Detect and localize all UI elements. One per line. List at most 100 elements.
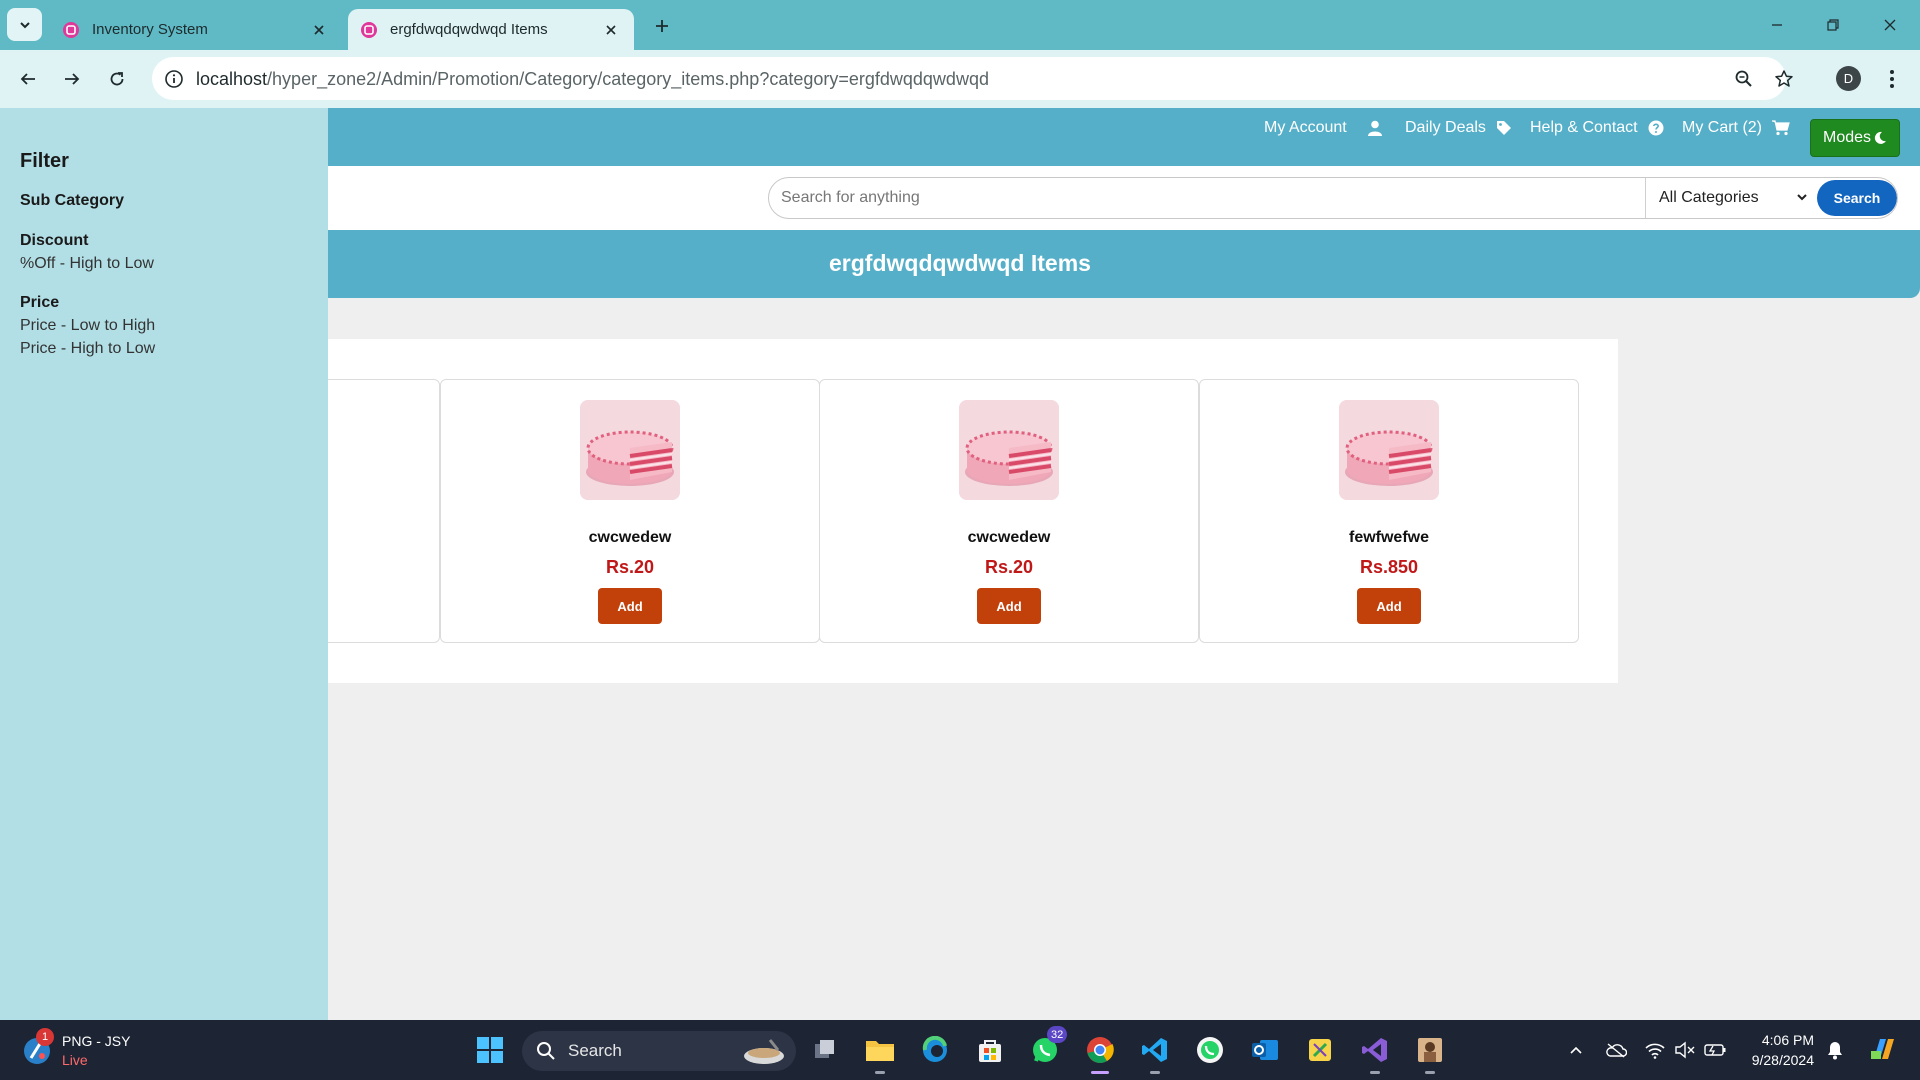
url-host: localhost	[196, 69, 268, 89]
nav-my-account[interactable]: My Account	[1264, 118, 1382, 138]
site-favicon-icon	[360, 21, 378, 39]
edge-browser-icon[interactable]	[917, 1032, 953, 1068]
whatsapp-web-icon[interactable]	[1192, 1032, 1228, 1068]
product-price: Rs.850	[1359, 557, 1419, 577]
running-indicator	[1150, 1071, 1160, 1074]
site-info-icon[interactable]	[162, 67, 186, 91]
taskbar-clock[interactable]: 4:06 PM 9/28/2024	[1742, 1030, 1814, 1070]
search-form: All Categories Search	[768, 177, 1898, 219]
category-selected-value: All Categories	[1659, 189, 1759, 206]
browser-menu-button[interactable]	[1880, 63, 1904, 95]
wifi-icon[interactable]	[1643, 1038, 1667, 1062]
minimize-button[interactable]	[1760, 10, 1794, 40]
filter-title: Filter	[20, 150, 69, 172]
whatsapp-badge: 32	[1047, 1026, 1068, 1043]
restore-button[interactable]	[1816, 10, 1850, 40]
sticky-app-icon[interactable]	[1302, 1032, 1338, 1068]
site-favicon-icon	[62, 21, 80, 39]
task-view-icon[interactable]	[807, 1032, 843, 1068]
chevron-up-icon[interactable]	[1564, 1038, 1588, 1062]
url-path: /hyper_zone2/Admin/Promotion/Category/ca…	[267, 69, 989, 89]
nav-label: My Cart (2)	[1682, 119, 1762, 136]
add-to-cart-button[interactable]: Add	[977, 588, 1041, 624]
tab-inventory-system[interactable]: Inventory System	[50, 9, 342, 50]
search-icon	[537, 1042, 555, 1060]
running-indicator	[1425, 1071, 1435, 1074]
windows-taskbar: PNG - JSY Live 1 Search 32 4:06 PM 9/28/…	[0, 1020, 1920, 1080]
whatsapp-icon[interactable]: 32	[1027, 1026, 1068, 1068]
windows-logo-icon	[477, 1037, 503, 1063]
product-image[interactable]	[580, 400, 680, 500]
chrome-icon[interactable]	[1082, 1032, 1118, 1074]
product-card[interactable]: cwcwedew Rs.20 Add	[440, 379, 820, 643]
microsoft-store-icon[interactable]	[972, 1032, 1008, 1068]
product-card[interactable]: fewfwefwe Rs.850 Add	[1199, 379, 1579, 643]
onedrive-icon[interactable]	[1604, 1038, 1628, 1062]
product-name: cwcwedew	[588, 529, 672, 546]
add-to-cart-button[interactable]: Add	[1357, 588, 1421, 624]
close-icon[interactable]	[308, 19, 330, 41]
browser-toolbar: localhost/hyper_zone2/Admin/Promotion/Ca…	[0, 50, 1920, 108]
bookmark-star-icon[interactable]	[1772, 67, 1796, 91]
volume-muted-icon[interactable]	[1673, 1038, 1697, 1062]
web-page: My Account Daily Deals Help & Contact My…	[0, 108, 1920, 1020]
minimize-icon	[1772, 24, 1782, 26]
zoom-icon[interactable]	[1732, 67, 1756, 91]
notification-bell-icon[interactable]	[1823, 1038, 1847, 1062]
start-button[interactable]	[472, 1032, 508, 1068]
browser-tab-bar: Inventory System ergfdwqdqwdwqd Items	[0, 0, 1920, 50]
vscode-icon[interactable]	[1137, 1032, 1173, 1074]
reload-icon	[110, 72, 124, 86]
clock-date: 9/28/2024	[1751, 1052, 1814, 1068]
product-name: cwcwedew	[967, 529, 1051, 546]
clock-time: 4:06 PM	[1761, 1032, 1814, 1048]
product-image[interactable]	[959, 400, 1059, 500]
arrow-left-icon	[20, 73, 35, 85]
modes-toggle-button[interactable]: Modes	[1810, 119, 1900, 157]
new-tab-button[interactable]	[648, 13, 676, 39]
address-bar[interactable]: localhost/hyper_zone2/Admin/Promotion/Ca…	[152, 57, 1793, 100]
back-button[interactable]	[12, 63, 44, 95]
outlook-icon[interactable]	[1247, 1032, 1283, 1068]
url-text: localhost/hyper_zone2/Admin/Promotion/Ca…	[196, 69, 989, 90]
nav-my-cart[interactable]: My Cart (2)	[1682, 118, 1790, 138]
filter-option-discount-high-low[interactable]: %Off - High to Low	[20, 255, 154, 273]
visual-studio-icon[interactable]	[1357, 1032, 1393, 1074]
battery-icon[interactable]	[1703, 1038, 1727, 1062]
tab-category-items[interactable]: ergfdwqdqwdwqd Items	[348, 9, 634, 50]
arrow-right-icon	[65, 73, 80, 85]
product-card[interactable]: cwcwedew Rs.20 Add	[819, 379, 1199, 643]
profile-avatar[interactable]: D	[1836, 66, 1861, 91]
modes-label: Modes	[1822, 129, 1872, 146]
chevron-down-icon	[19, 21, 30, 28]
product-image[interactable]	[1339, 400, 1439, 500]
photo-app-icon[interactable]	[1412, 1032, 1448, 1074]
search-button[interactable]: Search	[1817, 180, 1897, 216]
file-explorer-icon[interactable]	[862, 1032, 898, 1074]
nav-daily-deals[interactable]: Daily Deals	[1405, 118, 1512, 138]
filter-option-price-low-high[interactable]: Price - Low to High	[20, 317, 155, 335]
tab-search-button[interactable]	[7, 8, 42, 41]
category-select[interactable]: All Categories	[1645, 178, 1817, 218]
close-window-button[interactable]	[1873, 10, 1907, 40]
tab-title: Inventory System	[92, 21, 208, 38]
filter-heading-sub-category[interactable]: Sub Category	[20, 192, 124, 210]
close-icon[interactable]	[600, 19, 622, 41]
filter-option-price-high-low[interactable]: Price - High to Low	[20, 340, 155, 358]
reload-button[interactable]	[101, 63, 133, 95]
nav-label: Daily Deals	[1405, 119, 1486, 136]
copilot-icon[interactable]	[1866, 1034, 1900, 1064]
cart-icon	[1772, 120, 1790, 136]
search-input[interactable]	[769, 178, 1645, 218]
taskbar-search[interactable]: Search	[522, 1031, 796, 1071]
filter-heading-discount: Discount	[20, 232, 89, 249]
close-icon	[1884, 19, 1896, 31]
filter-heading-price: Price	[20, 294, 60, 311]
nav-help-contact[interactable]: Help & Contact	[1530, 118, 1664, 138]
forward-button[interactable]	[56, 63, 88, 95]
add-to-cart-button[interactable]: Add	[598, 588, 662, 624]
product-price: Rs.20	[605, 557, 655, 577]
weather-text: PNG - JSY Live	[62, 1032, 130, 1070]
nav-label: Help & Contact	[1530, 119, 1638, 136]
search-highlight-icon	[744, 1039, 784, 1064]
